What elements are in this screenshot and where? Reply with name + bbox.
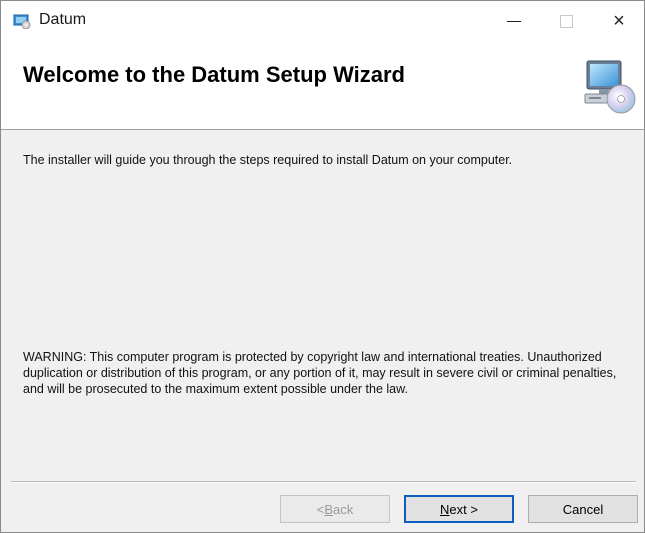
page-title: Welcome to the Datum Setup Wizard xyxy=(23,62,405,87)
cancel-button-label: Cancel xyxy=(562,501,604,517)
back-button-mnemonic: B xyxy=(324,501,334,517)
close-icon: × xyxy=(613,10,625,32)
intro-text: The installer will guide you through the… xyxy=(23,153,513,167)
close-button[interactable]: × xyxy=(599,7,639,35)
back-button[interactable]: < Back xyxy=(280,495,390,523)
maximize-icon xyxy=(559,14,573,28)
computer-cd-icon xyxy=(584,60,636,114)
window-title: Datum xyxy=(39,11,87,28)
copyright-warning-text: WARNING: This computer program is protec… xyxy=(23,350,617,396)
next-button-label: ext > xyxy=(449,501,478,517)
next-button-mnemonic: N xyxy=(440,501,450,517)
setup-wizard-window: Datum × Welcome to the Datum Setup Wizar… xyxy=(0,0,645,533)
button-separator xyxy=(11,481,636,483)
back-button-label: ack xyxy=(333,501,354,517)
wizard-header-banner: Welcome to the Datum Setup Wizard xyxy=(1,41,644,130)
title-bar[interactable]: Datum × xyxy=(1,1,644,41)
minimize-button[interactable] xyxy=(494,7,534,35)
installer-app-icon xyxy=(13,14,31,29)
next-button[interactable]: Next > xyxy=(404,495,514,523)
maximize-button xyxy=(546,7,586,35)
minimize-icon xyxy=(507,20,521,22)
cancel-button[interactable]: Cancel xyxy=(528,495,638,523)
back-button-prefix: < xyxy=(316,501,325,517)
